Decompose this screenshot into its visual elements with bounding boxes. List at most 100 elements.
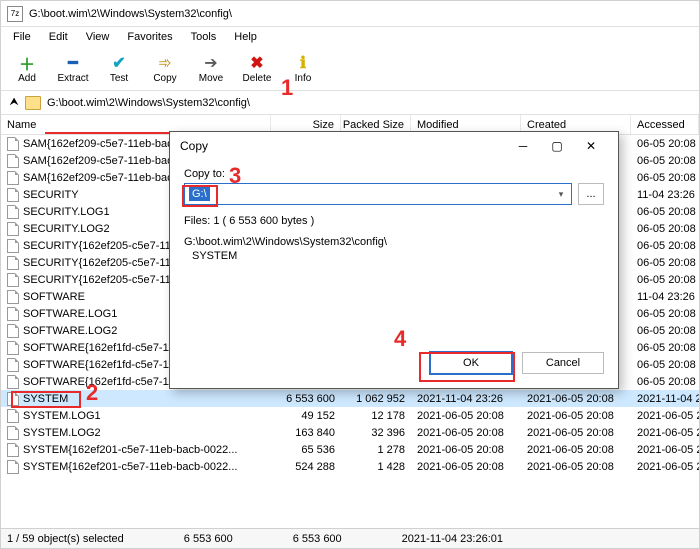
maximize-button[interactable]: ▢ xyxy=(540,135,574,157)
copy-button[interactable]: ➾Copy xyxy=(145,49,185,89)
file-icon xyxy=(7,443,19,457)
window-title: G:\boot.wim\2\Windows\System32\config\ xyxy=(29,8,232,20)
cell-accessed: 2021-06-05 20:08 xyxy=(631,458,699,475)
file-icon xyxy=(7,460,19,474)
file-name: SECURITY.LOG2 xyxy=(23,223,110,235)
status-selection: 1 / 59 object(s) selected xyxy=(7,533,124,545)
annotation-2: 2 xyxy=(86,380,98,406)
file-icon xyxy=(7,426,19,440)
status-size: 6 553 600 xyxy=(184,533,233,545)
status-date: 2021-11-04 23:26:01 xyxy=(402,533,503,545)
close-button[interactable]: ✕ xyxy=(574,135,608,157)
cell-size: 65 536 xyxy=(271,441,341,458)
cell-packed: 1 278 xyxy=(341,441,411,458)
info-icon: ℹ xyxy=(294,54,312,72)
cell-accessed: 06-05 20:08 xyxy=(631,322,699,339)
dialog-title: Copy xyxy=(180,139,506,153)
cell-size: 49 152 xyxy=(271,407,341,424)
cell-packed: 1 428 xyxy=(341,458,411,475)
file-icon xyxy=(7,409,19,423)
file-name: SYSTEM{162ef201-c5e7-11eb-bacb-0022... xyxy=(23,461,237,473)
address-input[interactable] xyxy=(45,95,693,111)
cell-accessed: 2021-11-04 23:26 xyxy=(631,390,699,407)
annotation-3: 3 xyxy=(229,163,241,189)
file-icon xyxy=(7,290,19,304)
file-icon xyxy=(7,154,19,168)
copy-to-combo[interactable]: G:\ ▾ xyxy=(184,183,572,205)
minus-icon: ━ xyxy=(64,54,82,72)
menu-edit[interactable]: Edit xyxy=(41,29,76,45)
menu-file[interactable]: File xyxy=(5,29,39,45)
cell-modified: 2021-06-05 20:08 xyxy=(411,424,521,441)
cell-size: 524 288 xyxy=(271,458,341,475)
status-size2: 6 553 600 xyxy=(293,533,342,545)
file-name: SECURITY{162ef205-c5e7-11et xyxy=(23,240,180,252)
file-name: SYSTEM{162ef201-c5e7-11eb-bacb-0022... xyxy=(23,444,237,456)
cell-accessed: 06-05 20:08 xyxy=(631,237,699,254)
menu-view[interactable]: View xyxy=(78,29,118,45)
extract-button[interactable]: ━Extract xyxy=(53,49,93,89)
x-icon: ✖ xyxy=(248,54,266,72)
chevron-down-icon[interactable]: ▾ xyxy=(553,186,569,202)
minimize-button[interactable]: ─ xyxy=(506,135,540,157)
file-icon xyxy=(7,358,19,372)
table-row[interactable]: SYSTEM{162ef201-c5e7-11eb-bacb-0022... 52… xyxy=(1,458,699,475)
cell-accessed: 06-05 20:08 xyxy=(631,152,699,169)
file-name: SYSTEM.LOG1 xyxy=(23,410,101,422)
file-icon xyxy=(7,239,19,253)
cell-size: 163 840 xyxy=(271,424,341,441)
file-name: SECURITY.LOG1 xyxy=(23,206,110,218)
delete-button[interactable]: ✖Delete xyxy=(237,49,277,89)
file-icon xyxy=(7,222,19,236)
add-button[interactable]: ＋Add xyxy=(7,49,47,89)
source-path: G:\boot.wim\2\Windows\System32\config\ S… xyxy=(184,235,604,263)
menu-tools[interactable]: Tools xyxy=(183,29,225,45)
check-icon: ✔ xyxy=(110,54,128,72)
cancel-button[interactable]: Cancel xyxy=(522,352,604,374)
file-name: SOFTWARE.LOG1 xyxy=(23,308,117,320)
file-icon xyxy=(7,205,19,219)
file-icon xyxy=(7,324,19,338)
menu-help[interactable]: Help xyxy=(226,29,265,45)
file-name: SAM{162ef209-c5e7-11eb-bac xyxy=(23,138,173,150)
browse-button[interactable]: ... xyxy=(578,183,604,205)
cell-accessed: 2021-06-05 20:08 xyxy=(631,424,699,441)
annotation-4: 4 xyxy=(394,326,406,352)
file-name: SOFTWARE{162ef1fd-c5e7-11e xyxy=(23,342,180,354)
annotation-box-copyto xyxy=(182,185,218,207)
cell-accessed: 06-05 20:08 xyxy=(631,135,699,152)
cell-accessed: 06-05 20:08 xyxy=(631,271,699,288)
files-info: Files: 1 ( 6 553 600 bytes ) xyxy=(184,215,604,227)
menubar: File Edit View Favorites Tools Help xyxy=(1,27,699,47)
table-row[interactable]: SYSTEM.LOG2163 84032 3962021-06-05 20:08… xyxy=(1,424,699,441)
arrow-right-icon: ➔ xyxy=(202,54,220,72)
file-name: SAM{162ef209-c5e7-11eb-bac xyxy=(23,172,173,184)
file-name: SECURITY{162ef205-c5e7-11et xyxy=(23,257,180,269)
cell-created: 2021-06-05 20:08 xyxy=(521,424,631,441)
copy-to-label: Copy to: xyxy=(184,168,604,180)
cell-accessed: 2021-06-05 20:08 xyxy=(631,441,699,458)
toolbar: ＋Add ━Extract ✔Test ➾Copy ➔Move ✖Delete … xyxy=(1,47,699,91)
cell-accessed: 11-04 23:26 xyxy=(631,186,699,203)
dialog-titlebar: Copy ─ ▢ ✕ xyxy=(170,132,618,160)
move-button[interactable]: ➔Move xyxy=(191,49,231,89)
annotation-box-ok xyxy=(419,352,515,382)
cell-modified: 2021-06-05 20:08 xyxy=(411,407,521,424)
annotation-box-system xyxy=(11,391,81,408)
file-icon xyxy=(7,307,19,321)
file-icon xyxy=(7,273,19,287)
file-name: SECURITY{162ef205-c5e7-11et xyxy=(23,274,180,286)
file-icon xyxy=(7,256,19,270)
cell-created: 2021-06-05 20:08 xyxy=(521,390,631,407)
table-row[interactable]: SYSTEM{162ef201-c5e7-11eb-bacb-0022... 65… xyxy=(1,441,699,458)
test-button[interactable]: ✔Test xyxy=(99,49,139,89)
annotation-1: 1 xyxy=(281,75,293,101)
file-name: SOFTWARE{162ef1fd-c5e7-11e xyxy=(23,359,180,371)
menu-favorites[interactable]: Favorites xyxy=(119,29,180,45)
app-icon: 7z xyxy=(7,6,23,22)
up-icon[interactable]: ⮝ xyxy=(7,96,21,109)
file-icon xyxy=(7,375,19,389)
col-accessed[interactable]: Accessed xyxy=(631,115,699,134)
table-row[interactable]: SYSTEM6 553 6001 062 9522021-11-04 23:26… xyxy=(1,390,699,407)
table-row[interactable]: SYSTEM.LOG149 15212 1782021-06-05 20:082… xyxy=(1,407,699,424)
